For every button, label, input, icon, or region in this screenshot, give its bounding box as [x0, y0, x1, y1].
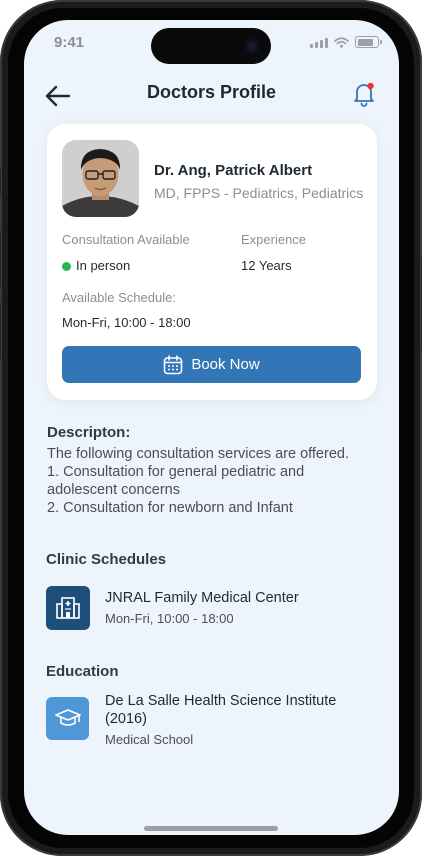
wifi-icon	[334, 36, 349, 48]
status-time: 9:41	[54, 34, 85, 51]
app-header: Doctors Profile	[24, 78, 399, 118]
status-icons	[310, 36, 382, 48]
doctor-avatar	[62, 140, 139, 217]
book-now-label: Book Now	[191, 356, 260, 373]
page-title: Doctors Profile	[146, 82, 277, 102]
consultation-label: Consultation Available	[62, 232, 190, 247]
calendar-icon	[164, 354, 183, 374]
mute-switch	[0, 168, 1, 198]
book-now-button[interactable]: Book Now	[62, 346, 361, 383]
experience-label: Experience	[241, 232, 307, 247]
description-line: 2. Consultation for newborn and Infant	[47, 500, 293, 516]
schedule-value: Mon-Fri, 10:00 - 18:00	[62, 315, 191, 330]
doctor-name: Dr. Ang, Patrick Albert	[154, 162, 313, 179]
phone-frame: 9:41 Doctors Profile Dr. Ang, Patrick Al…	[0, 0, 422, 856]
clinic-schedules-title: Clinic Schedules	[46, 551, 167, 568]
volume-up-button	[0, 230, 1, 288]
doctor-credentials: MD, FPPS - Pediatrics, Pediatrics	[154, 185, 364, 201]
doctor-card: Dr. Ang, Patrick Albert MD, FPPS - Pedia…	[47, 124, 377, 400]
notification-bell-icon[interactable]	[351, 80, 377, 108]
clinic-name[interactable]: JNRAL Family Medical Center	[105, 590, 299, 606]
clinic-hours: Mon-Fri, 10:00 - 18:00	[105, 611, 234, 626]
description-line: adolescent concerns	[47, 482, 180, 498]
consultation-value: In person	[62, 258, 130, 273]
status-bar: 9:41	[24, 20, 399, 66]
description-line: 1. Consultation for general pediatric an…	[47, 464, 305, 480]
schedule-label: Available Schedule:	[62, 290, 176, 305]
degree-label: Medical School	[105, 732, 194, 747]
school-year: (2016)	[105, 711, 147, 727]
home-indicator[interactable]	[144, 826, 278, 831]
volume-down-button	[0, 302, 1, 360]
available-status-dot	[62, 262, 71, 271]
experience-value: 12 Years	[241, 258, 292, 273]
description-text: The following consultation services are …	[47, 445, 377, 517]
signal-icon	[310, 37, 328, 48]
school-name: De La Salle Health Science Institute	[105, 693, 337, 709]
battery-icon	[355, 36, 382, 48]
description-line: The following consultation services are …	[47, 446, 349, 462]
education-title: Education	[46, 663, 119, 680]
hospital-icon	[46, 586, 90, 630]
graduation-cap-icon	[46, 697, 89, 740]
camera-icon	[245, 39, 259, 53]
description-title: Descripton:	[47, 424, 131, 441]
dynamic-island	[151, 28, 271, 64]
app-screen: 9:41 Doctors Profile Dr. Ang, Patrick Al…	[24, 20, 399, 835]
